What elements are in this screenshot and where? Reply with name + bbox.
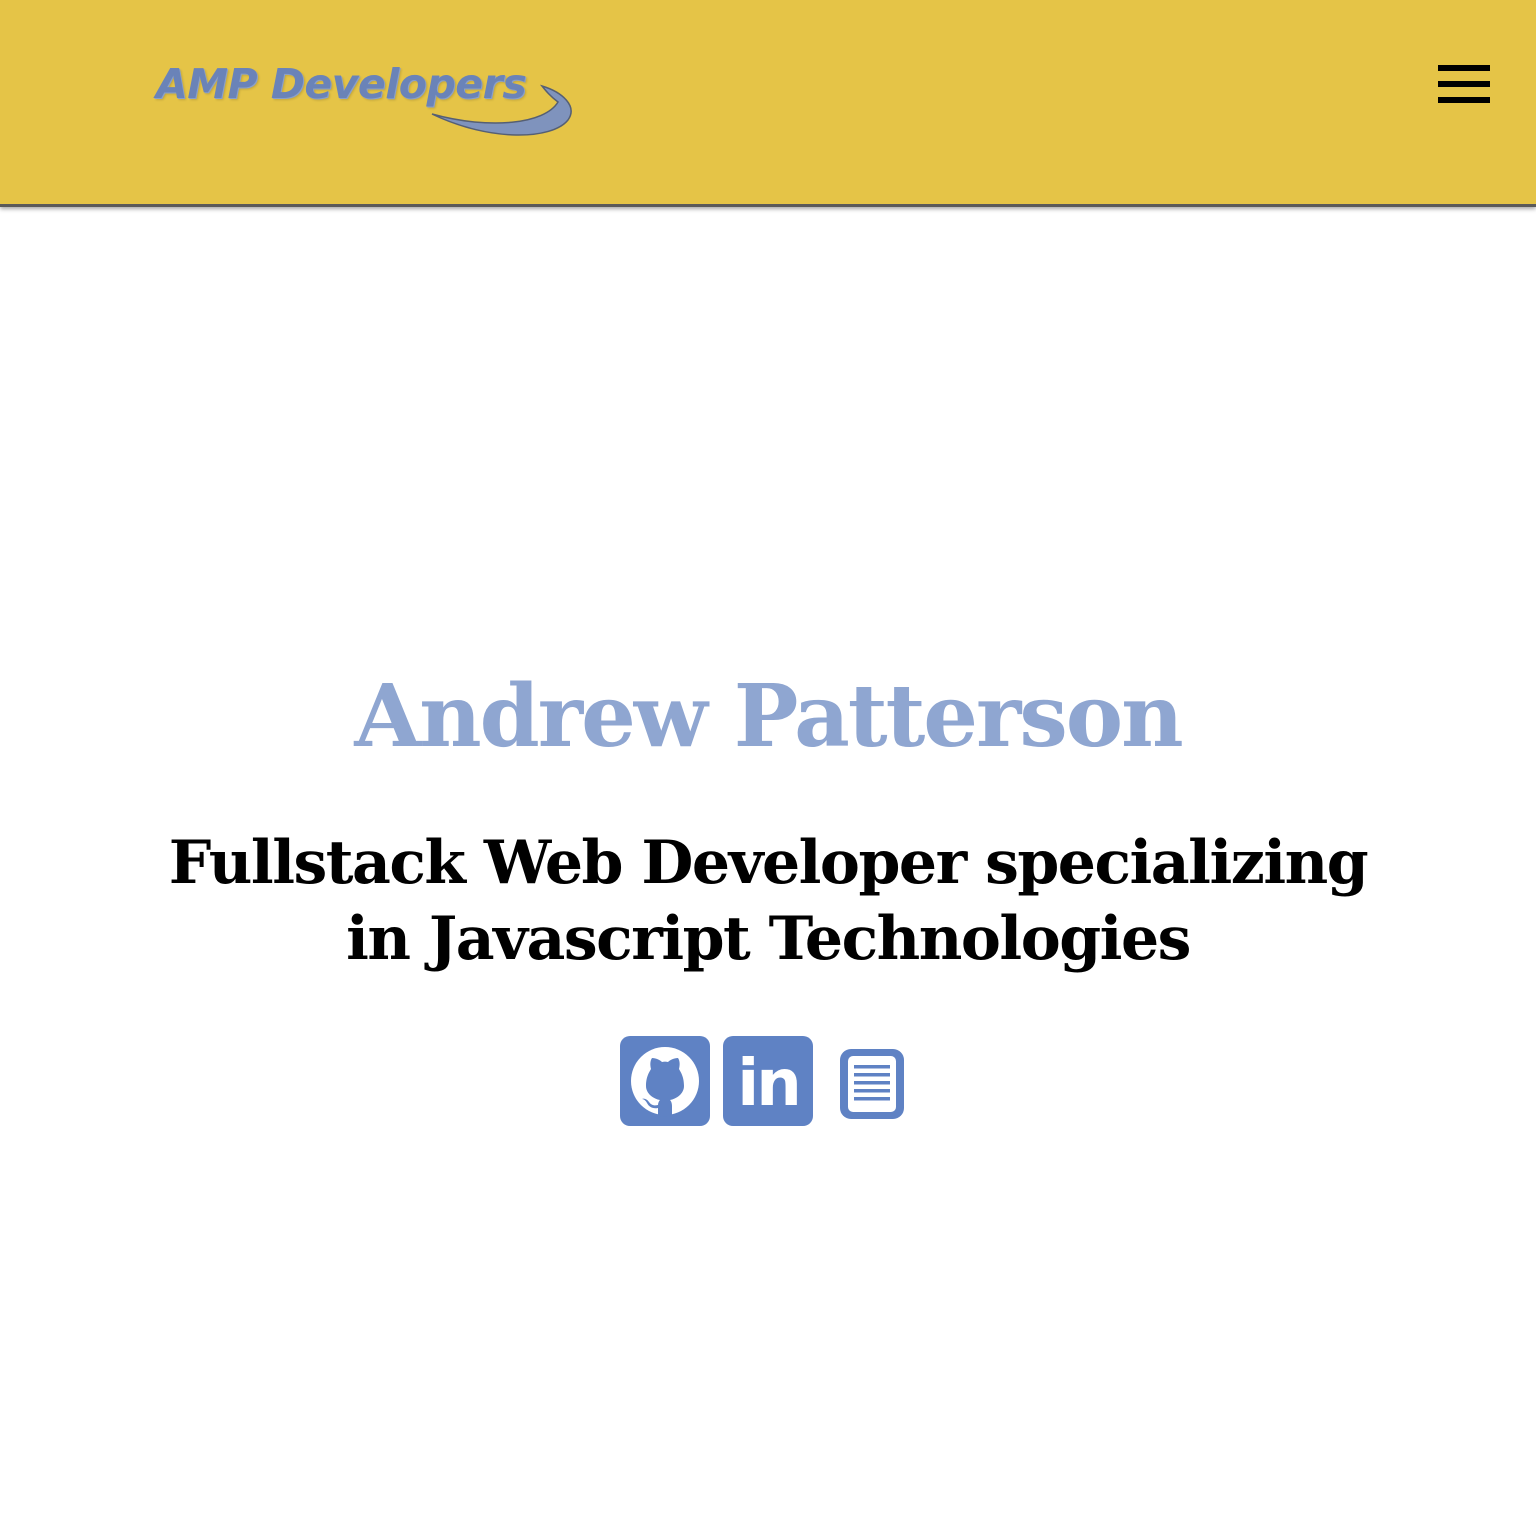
site-header: AMP Developers [0,0,1536,207]
resume-link[interactable] [837,1046,907,1127]
hero-section: Andrew Patterson Fullstack Web Developer… [0,207,1536,1536]
resume-document-icon [840,1049,904,1119]
site-logo[interactable]: AMP Developers [150,58,590,148]
linkedin-glyph: in [737,1047,802,1121]
profile-tagline: Fullstack Web Developer specializing in … [168,828,1369,974]
linkedin-icon: in [723,1036,813,1126]
profile-name: Andrew Patterson [354,666,1183,767]
github-icon [620,1036,710,1126]
linkedin-link[interactable]: in [723,1036,813,1126]
logo-text: AMP Developers [156,60,527,108]
hamburger-menu-button[interactable] [1432,60,1496,110]
github-link[interactable] [620,1036,710,1126]
